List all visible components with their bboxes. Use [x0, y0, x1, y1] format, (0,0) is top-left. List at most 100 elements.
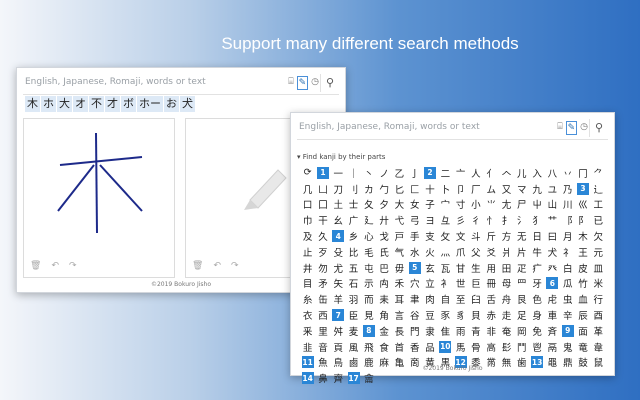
radical-button[interactable]: 禾 — [392, 276, 407, 292]
radical-button[interactable]: 示 — [361, 276, 376, 292]
radical-button[interactable]: 川 — [560, 197, 575, 213]
radical-button[interactable]: 彡 — [453, 212, 468, 228]
radical-button[interactable]: 赤 — [484, 307, 499, 323]
radical-button[interactable]: ⻏ — [560, 212, 575, 228]
radical-button[interactable]: 水 — [407, 244, 422, 260]
radical-button[interactable]: 火 — [422, 244, 437, 260]
radical-button[interactable]: 里 — [315, 323, 330, 339]
find-kanji-toggle[interactable]: ▾ Find kanji by their parts — [297, 153, 385, 161]
radical-button[interactable]: 廾 — [376, 212, 391, 228]
radical-button[interactable]: 斤 — [484, 228, 499, 244]
radical-button[interactable]: 音 — [315, 339, 330, 355]
radical-button[interactable]: 爪 — [453, 244, 468, 260]
radical-button[interactable]: 八 — [545, 165, 560, 181]
radical-button[interactable]: 入 — [529, 165, 544, 181]
radical-button[interactable]: ム — [484, 181, 499, 197]
radical-button[interactable]: 丶 — [361, 165, 376, 181]
radical-button[interactable]: 九 — [529, 181, 544, 197]
radical-button[interactable]: 生 — [468, 260, 483, 276]
candidate-kanji[interactable]: お — [164, 96, 179, 112]
radical-button[interactable]: 𠆢 — [499, 165, 514, 181]
radical-button[interactable]: 鼻 — [315, 370, 330, 386]
radical-button[interactable]: 冊 — [484, 276, 499, 292]
radical-button[interactable]: 犭 — [529, 212, 544, 228]
radical-button[interactable]: 鬥 — [514, 339, 529, 355]
radical-button[interactable]: 元 — [591, 244, 606, 260]
radical-button[interactable]: 田 — [499, 260, 514, 276]
radical-button[interactable]: 立 — [422, 276, 437, 292]
radical-button[interactable]: 丷 — [560, 165, 575, 181]
radical-button[interactable]: 至 — [453, 291, 468, 307]
radical-button[interactable]: 食 — [376, 339, 391, 355]
radical-button[interactable]: 巨 — [468, 276, 483, 292]
radical-button[interactable]: 爻 — [484, 244, 499, 260]
radical-button[interactable]: 囗 — [315, 197, 330, 213]
radical-button[interactable]: 二 — [438, 165, 453, 181]
radical-button[interactable]: 竹 — [575, 276, 590, 292]
radical-button[interactable]: 夕 — [376, 197, 391, 213]
radical-button[interactable]: 冂 — [575, 165, 590, 181]
radical-button[interactable]: ⺲ — [514, 276, 529, 292]
radical-button[interactable]: ユ — [545, 181, 560, 197]
radical-button[interactable]: 文 — [453, 228, 468, 244]
radical-button[interactable]: 髟 — [499, 339, 514, 355]
radical-button[interactable]: 非 — [484, 323, 499, 339]
radical-button[interactable]: 麦 — [346, 323, 361, 339]
radical-button[interactable]: 巛 — [575, 197, 590, 213]
radical-button[interactable]: 井 — [300, 260, 315, 276]
radical-button[interactable]: 匚 — [407, 181, 422, 197]
radical-button[interactable]: 廴 — [361, 212, 376, 228]
radical-button[interactable]: 玄 — [422, 260, 437, 276]
radical-button[interactable]: 久 — [315, 228, 330, 244]
radical-button[interactable]: 雨 — [453, 323, 468, 339]
radical-button[interactable]: 虍 — [545, 291, 560, 307]
radical-button[interactable]: 乙 — [392, 165, 407, 181]
radical-button[interactable]: 言 — [392, 307, 407, 323]
radical-button[interactable]: 五 — [346, 260, 361, 276]
radical-button[interactable]: 羽 — [346, 291, 361, 307]
radical-button[interactable]: 氏 — [376, 244, 391, 260]
radical-button[interactable]: 奄 — [499, 323, 514, 339]
radical-button[interactable]: 隶 — [422, 323, 437, 339]
radical-button[interactable]: 色 — [529, 291, 544, 307]
radical-button[interactable]: 谷 — [407, 307, 422, 323]
radical-button[interactable]: 曰 — [545, 228, 560, 244]
radical-button[interactable]: 人 — [468, 165, 483, 181]
radical-button[interactable]: 禸 — [376, 276, 391, 292]
redo-icon[interactable]: ↷ — [231, 261, 239, 271]
radical-button[interactable]: 宀 — [438, 197, 453, 213]
radical-button[interactable]: 歹 — [315, 244, 330, 260]
radical-button[interactable]: 士 — [346, 197, 361, 213]
radical-button[interactable]: 酉 — [591, 307, 606, 323]
candidate-kanji[interactable]: ホー — [137, 96, 163, 112]
radical-button[interactable]: 飛 — [361, 339, 376, 355]
candidate-kanji[interactable]: 木 — [25, 96, 40, 112]
radical-button[interactable]: 馬 — [453, 339, 468, 355]
radical-button[interactable]: 巾 — [300, 212, 315, 228]
radical-button[interactable]: 欠 — [591, 228, 606, 244]
radical-button[interactable]: 金 — [376, 323, 391, 339]
radical-button[interactable]: 首 — [392, 339, 407, 355]
radical-button[interactable]: 辰 — [575, 307, 590, 323]
radical-button[interactable]: 又 — [499, 181, 514, 197]
radical-button[interactable]: 寸 — [453, 197, 468, 213]
radical-button[interactable]: 風 — [346, 339, 361, 355]
radical-button[interactable]: 齊 — [331, 370, 346, 386]
radical-button[interactable]: ｜ — [346, 165, 361, 181]
radical-button[interactable]: 女 — [407, 197, 422, 213]
radical-button[interactable]: 免 — [529, 323, 544, 339]
radical-button[interactable]: 及 — [300, 228, 315, 244]
radical-button[interactable]: 斉 — [545, 323, 560, 339]
radical-button[interactable]: 十 — [422, 181, 437, 197]
radical-button[interactable]: 革 — [591, 323, 606, 339]
trash-icon[interactable]: 🗑 — [192, 261, 203, 271]
handwriting-icon[interactable]: ✎ — [565, 121, 578, 135]
radical-button[interactable]: 艮 — [514, 291, 529, 307]
radical-button[interactable]: 厂 — [468, 181, 483, 197]
radical-button[interactable]: 亠 — [453, 165, 468, 181]
radical-button[interactable]: 釆 — [300, 323, 315, 339]
radical-button[interactable]: 尤 — [331, 260, 346, 276]
radical-button[interactable]: 竜 — [575, 339, 590, 355]
radical-button[interactable]: 木 — [575, 228, 590, 244]
radical-button[interactable]: 乃 — [560, 181, 575, 197]
